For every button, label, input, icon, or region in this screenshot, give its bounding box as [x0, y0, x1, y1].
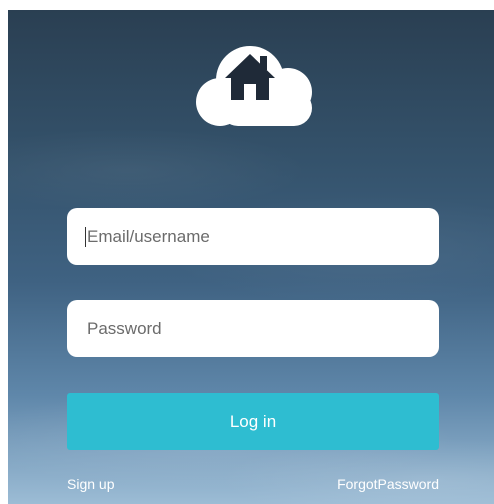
email-field[interactable]: [67, 208, 439, 265]
signup-link[interactable]: Sign up: [67, 476, 114, 492]
password-input[interactable]: [85, 317, 439, 340]
password-field[interactable]: [67, 300, 439, 357]
forgot-password-link[interactable]: ForgotPassword: [337, 476, 439, 492]
login-button[interactable]: Log in: [67, 393, 439, 450]
email-input[interactable]: [84, 225, 439, 248]
login-screen: Log in Sign up ForgotPassword: [8, 10, 494, 504]
cloud-home-icon: [196, 46, 312, 126]
